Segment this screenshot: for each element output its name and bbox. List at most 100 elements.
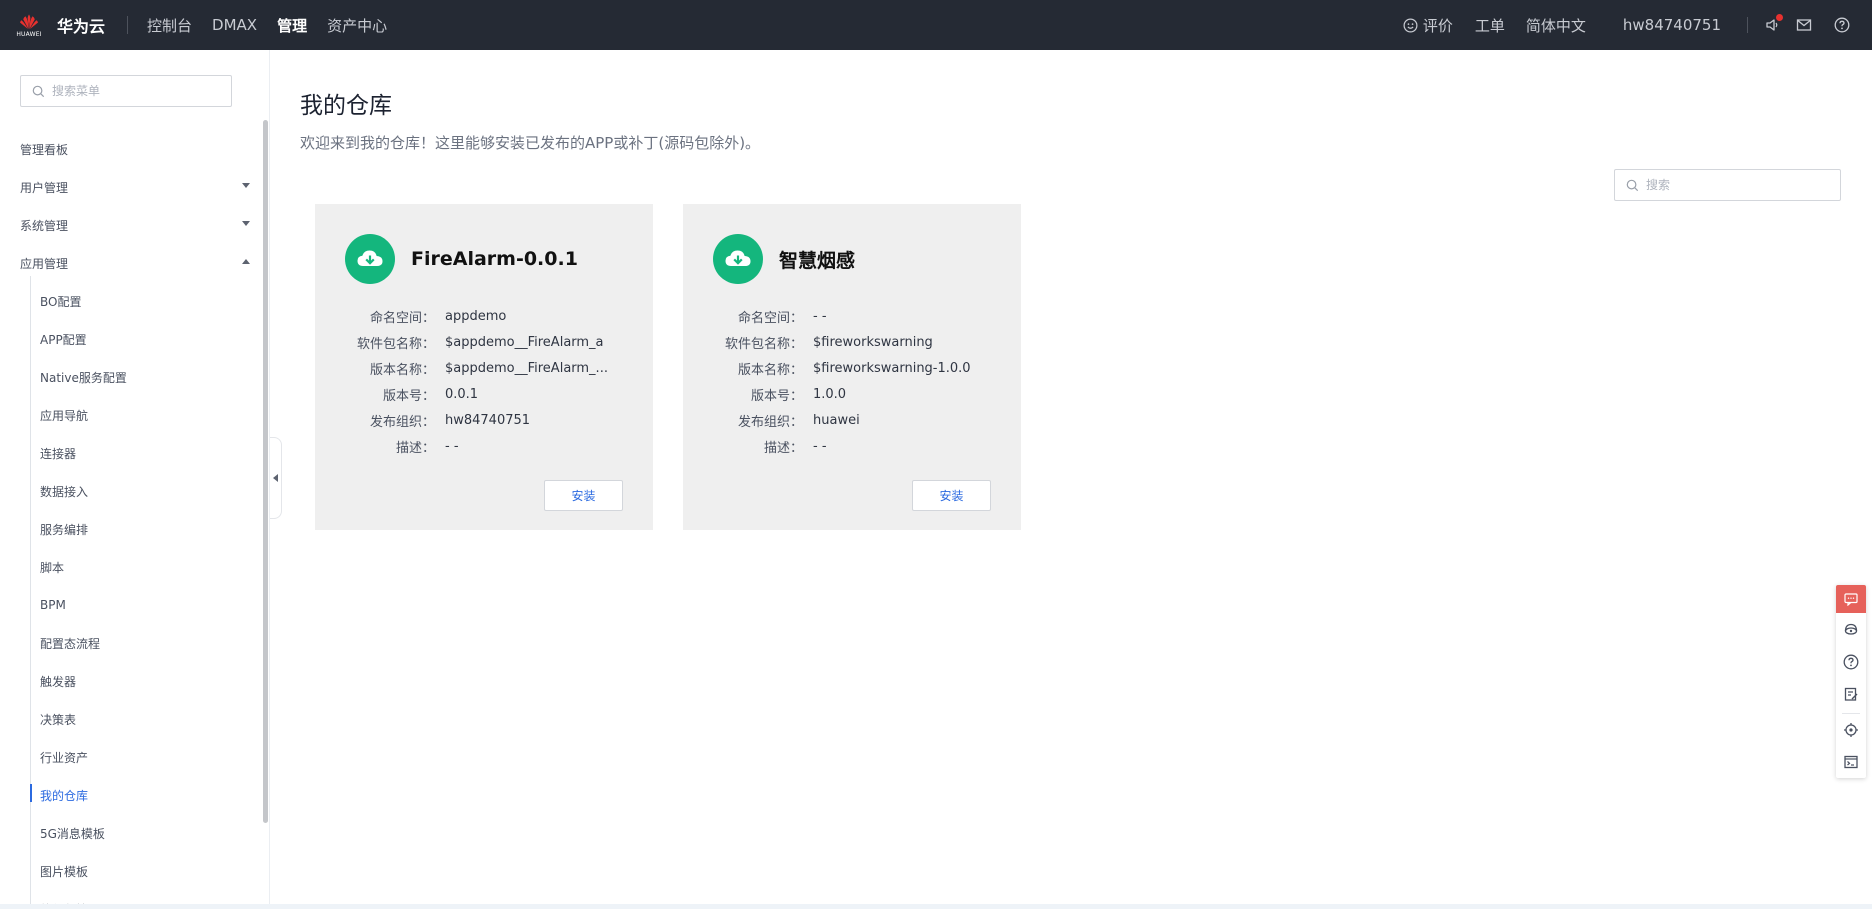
sidebar-item-industry-assets[interactable]: 行业资产 bbox=[0, 738, 262, 776]
description-row: 描述： - - bbox=[683, 433, 1021, 459]
install-button[interactable]: 安装 bbox=[912, 480, 991, 511]
namespace-value: - - bbox=[813, 308, 827, 324]
field-label: 版本名称： bbox=[737, 362, 803, 378]
sidebar-item-label: 用户管理 bbox=[20, 180, 69, 195]
sidebar-item-label: BPM bbox=[40, 598, 66, 612]
sidebar-item-label: Native服务配置 bbox=[40, 370, 127, 385]
feedback-label: 评价 bbox=[1422, 16, 1453, 35]
locate-icon[interactable] bbox=[1836, 715, 1866, 745]
field-label: 版本名称： bbox=[369, 362, 435, 378]
mail-icon[interactable] bbox=[1796, 18, 1812, 32]
package-name: 智慧烟感 bbox=[779, 249, 856, 272]
sidebar-item-label: 触发器 bbox=[40, 674, 77, 689]
topnav-management[interactable]: 管理 bbox=[277, 15, 307, 36]
namespace-row: 命名空间： appdemo bbox=[315, 303, 653, 329]
sidebar-item-image-template[interactable]: 图片模板 bbox=[0, 852, 262, 890]
field-label: 软件包名称： bbox=[724, 336, 803, 352]
field-label: 描述： bbox=[395, 440, 435, 456]
package-row: 软件包名称： $fireworkswarning bbox=[683, 329, 1021, 355]
sidebar-item-5g-message-template[interactable]: 5G消息模板 bbox=[0, 814, 262, 852]
sidebar-item-decision-table[interactable]: 决策表 bbox=[0, 700, 262, 738]
chevron-up-icon bbox=[242, 259, 250, 264]
sidebar-item-app-config[interactable]: APP配置 bbox=[0, 320, 262, 358]
install-button[interactable]: 安装 bbox=[544, 480, 623, 511]
sidebar-item-trigger[interactable]: 触发器 bbox=[0, 662, 262, 700]
field-label: 版本号： bbox=[750, 388, 803, 404]
sidebar-item-app-navigation[interactable]: 应用导航 bbox=[0, 396, 262, 434]
search-icon bbox=[1626, 179, 1639, 192]
sidebar-item-script[interactable]: 脚本 bbox=[0, 548, 262, 586]
page-title: 我的仓库 bbox=[300, 93, 392, 119]
sidebar-item-label: 脚本 bbox=[40, 560, 65, 575]
publisher-row: 发布组织： huawei bbox=[683, 407, 1021, 433]
sidebar-item-bo-config[interactable]: BO配置 bbox=[0, 282, 262, 320]
sidebar-item-native-service[interactable]: Native服务配置 bbox=[0, 358, 262, 396]
sidebar-item-my-repository[interactable]: 我的仓库 bbox=[0, 776, 262, 814]
namespace-value: appdemo bbox=[445, 308, 507, 324]
sidebar-item-label: 应用管理 bbox=[20, 256, 69, 271]
version-value: 1.0.0 bbox=[813, 386, 847, 402]
repository-search-box[interactable] bbox=[1614, 169, 1841, 201]
sidebar-item-service-orchestration[interactable]: 服务编排 bbox=[0, 510, 262, 548]
version-name-value: $fireworkswarning-1.0.0 bbox=[813, 360, 971, 376]
publisher-value: hw84740751 bbox=[445, 412, 531, 428]
version-name-row: 版本名称： $fireworkswarning-1.0.0 bbox=[683, 355, 1021, 381]
top-right-actions: 评价 工单 简体中文 hw84740751 bbox=[1403, 0, 1872, 50]
ticket-link[interactable]: 工单 bbox=[1475, 15, 1505, 36]
field-label: 描述： bbox=[763, 440, 803, 456]
notification-icon[interactable] bbox=[1764, 14, 1783, 33]
package-name: FireAlarm-0.0.1 bbox=[411, 248, 578, 270]
floating-toolbar bbox=[1836, 585, 1866, 778]
repository-search-input[interactable] bbox=[1646, 178, 1836, 192]
language-switch[interactable]: 简体中文 bbox=[1526, 15, 1586, 36]
question-icon[interactable] bbox=[1836, 647, 1866, 677]
logo-wordmark: HUAWEI bbox=[16, 31, 42, 38]
sidebar-item-label: 配置态流程 bbox=[40, 636, 101, 651]
help-icon[interactable] bbox=[1834, 17, 1850, 33]
version-name-value: $appdemo__FireAlarm_... bbox=[445, 360, 608, 376]
sidebar-item-system-management[interactable]: 系统管理 bbox=[0, 206, 262, 244]
topnav-console[interactable]: 控制台 bbox=[147, 15, 192, 36]
package-row: 软件包名称： $appdemo__FireAlarm_a bbox=[315, 329, 653, 355]
sidebar-item-dashboard[interactable]: 管理看板 bbox=[0, 130, 262, 168]
brand-name: 华为云 bbox=[57, 17, 106, 36]
main-content: 我的仓库 欢迎来到我的仓库！这里能够安装已发布的APP或补丁(源码包除外)。 F… bbox=[271, 50, 1872, 909]
page-description: 欢迎来到我的仓库！这里能够安装已发布的APP或补丁(源码包除外)。 bbox=[300, 134, 761, 152]
topnav-asset-center[interactable]: 资产中心 bbox=[327, 15, 387, 36]
topnav-dmax[interactable]: DMAX bbox=[212, 16, 257, 34]
sidebar-item-config-flow[interactable]: 配置态流程 bbox=[0, 624, 262, 662]
sidebar: 管理看板 用户管理 系统管理 应用管理 BO配置 APP配置 Native服务配… bbox=[0, 50, 270, 909]
sidebar-item-label: APP配置 bbox=[40, 332, 87, 347]
huawei-logo[interactable]: HUAWEI 华为云 bbox=[14, 0, 105, 50]
sidebar-item-bpm[interactable]: BPM bbox=[0, 586, 262, 624]
edit-note-icon[interactable] bbox=[1836, 679, 1866, 709]
feedback-link[interactable]: 评价 bbox=[1403, 15, 1453, 36]
sidebar-item-user-management[interactable]: 用户管理 bbox=[0, 168, 262, 206]
package-value: $fireworkswarning bbox=[813, 334, 933, 350]
sidebar-item-label: 数据接入 bbox=[40, 484, 89, 499]
bottom-strip bbox=[0, 904, 1872, 909]
sidebar-scrollbar[interactable] bbox=[263, 120, 268, 823]
sidebar-item-label: 连接器 bbox=[40, 446, 77, 461]
notification-badge bbox=[1776, 14, 1783, 21]
chat-icon[interactable] bbox=[1836, 585, 1866, 613]
sidebar-item-label: 行业资产 bbox=[40, 750, 89, 765]
package-card: 智慧烟感 命名空间： - - 软件包名称： $fireworkswarning 版本… bbox=[683, 204, 1021, 530]
field-label: 软件包名称： bbox=[356, 336, 435, 352]
menu-search-input[interactable] bbox=[52, 84, 222, 98]
version-name-row: 版本名称： $appdemo__FireAlarm_... bbox=[315, 355, 653, 381]
namespace-row: 命名空间： - - bbox=[683, 303, 1021, 329]
sidebar-item-connector[interactable]: 连接器 bbox=[0, 434, 262, 472]
sidebar-item-app-management[interactable]: 应用管理 bbox=[0, 244, 262, 282]
package-card: FireAlarm-0.0.1 命名空间： appdemo 软件包名称： $appd… bbox=[315, 204, 653, 530]
customer-service-icon[interactable] bbox=[1836, 615, 1866, 645]
sidebar-item-label: 我的仓库 bbox=[40, 788, 89, 803]
sidebar-item-data-ingest[interactable]: 数据接入 bbox=[0, 472, 262, 510]
username-menu[interactable]: hw84740751 bbox=[1623, 16, 1721, 34]
top-nav: 控制台 DMAX 管理 资产中心 bbox=[147, 15, 407, 36]
menu-search-box[interactable] bbox=[20, 75, 232, 107]
field-label: 命名空间： bbox=[369, 310, 435, 326]
chevron-down-icon bbox=[242, 221, 250, 226]
terminal-icon[interactable] bbox=[1836, 747, 1866, 777]
top-navigation-bar: HUAWEI 华为云 控制台 DMAX 管理 资产中心 评价 工单 简体中文 h… bbox=[0, 0, 1872, 50]
